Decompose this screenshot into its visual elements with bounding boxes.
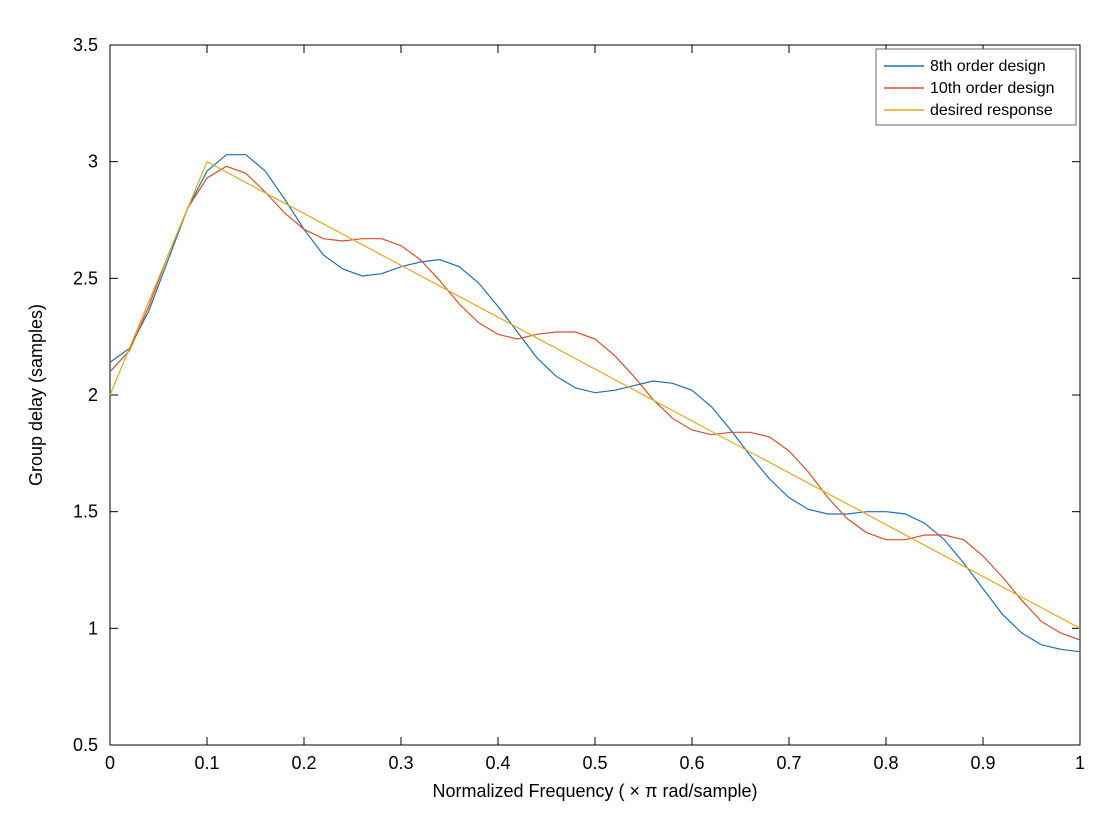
x-tick-label: 1 [1075, 753, 1085, 773]
x-axis-label: Normalized Frequency ( × π rad/sample) [432, 781, 757, 801]
x-tick-label: 0.4 [485, 753, 510, 773]
chart-svg: 0 0.1 0.2 0.3 0.4 0.5 0.6 0.7 0.8 0.9 1 0.5 1 1.5 2 2.… [0, 0, 1120, 840]
x-tick-label: 0.9 [970, 753, 995, 773]
x-tick-label: 0 [105, 753, 115, 773]
series-line-1 [110, 155, 1080, 652]
x-tick-label: 0.1 [194, 753, 219, 773]
y-tick-label: 1 [88, 618, 98, 638]
x-tick-label: 0.2 [291, 753, 316, 773]
y-tick-label: 2 [88, 385, 98, 405]
y-tick-label: 1.5 [73, 502, 98, 522]
y-tick-label: 3.5 [73, 35, 98, 55]
x-tick-label: 0.6 [679, 753, 704, 773]
y-axis-label: Group delay (samples) [26, 304, 46, 486]
x-ticks: 0 0.1 0.2 0.3 0.4 0.5 0.6 0.7 0.8 0.9 1 [105, 45, 1085, 773]
x-tick-label: 0.5 [582, 753, 607, 773]
plot-border [110, 45, 1080, 745]
x-tick-label: 0.3 [388, 753, 413, 773]
legend: 8th order design 10th order design desired… [876, 49, 1076, 125]
y-tick-label: 2.5 [73, 268, 98, 288]
series-group [110, 155, 1080, 652]
y-tick-label: 0.5 [73, 735, 98, 755]
series-line-2 [110, 166, 1080, 640]
chart-container: 0 0.1 0.2 0.3 0.4 0.5 0.6 0.7 0.8 0.9 1 0.5 1 1.5 2 2.… [0, 0, 1120, 840]
legend-label: 10th order design [930, 80, 1055, 97]
y-tick-label: 3 [88, 152, 98, 172]
series-line-3 [110, 162, 1080, 629]
y-ticks: 0.5 1 1.5 2 2.5 3 3.5 [73, 35, 1080, 755]
x-tick-label: 0.7 [776, 753, 801, 773]
legend-label: 8th order design [930, 58, 1046, 75]
legend-label: desired response [930, 102, 1053, 119]
x-tick-label: 0.8 [873, 753, 898, 773]
